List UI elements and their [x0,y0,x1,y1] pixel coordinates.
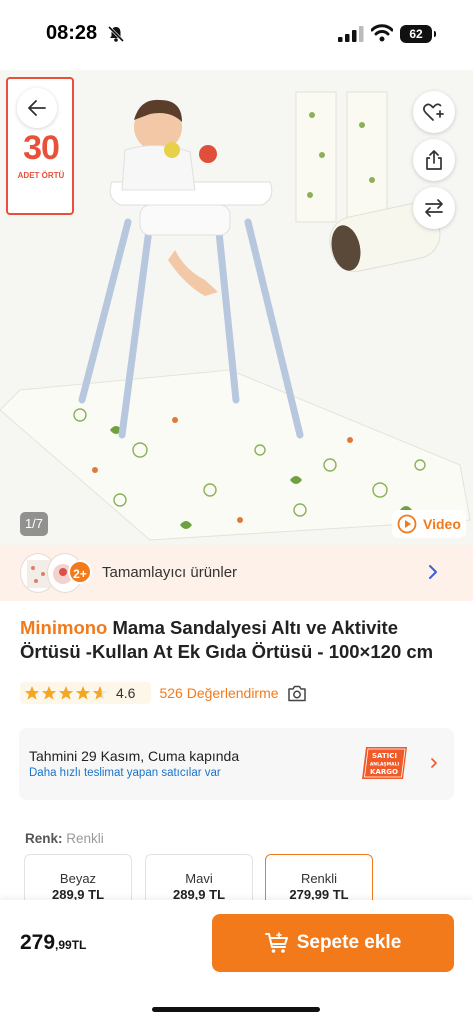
product-title: Minimono Mama Sandalyesi Altı ve Aktivit… [20,616,460,664]
promo-number: 30 [23,129,60,167]
rating-score: 4.6 [116,685,136,701]
review-count-link[interactable]: 526 Değerlendirme [159,685,278,701]
battery-indicator: 62 [400,25,436,43]
chevron-right-icon [431,758,437,768]
compare-button[interactable] [413,187,455,229]
star-half-icon [92,686,108,700]
wifi-icon [371,24,393,42]
star-icon [75,686,91,700]
faster-sellers-note: Daha hızlı teslimat yapan satıcılar var [29,767,221,779]
add-to-cart-label: Sepete ekle [296,932,402,953]
cellular-signal-icon [338,26,364,42]
swap-arrows-icon [425,199,443,217]
variant-option-mavi[interactable]: Mavi 289,9 TL [145,854,253,906]
promo-label: ADET ÖRTÜ [17,171,65,180]
variant-option-beyaz[interactable]: Beyaz 289,9 TL [24,854,132,906]
price-cents: ,99TL [55,938,87,952]
share-button[interactable] [413,139,455,181]
star-icon [41,686,57,700]
video-label: Video [423,516,461,532]
video-button[interactable]: Video [392,510,466,538]
price: 279,99TL [20,931,86,955]
status-time: 08:28 [46,22,98,44]
product-image-gallery[interactable]: 30 ADET ÖRTÜ 1/7 Video [0,70,473,545]
rating-row[interactable]: 4.6 526 Değerlendirme [20,680,307,706]
seller-shipping-badge: SATICI ANLAŞMALI KARGO [362,747,407,779]
image-counter: 1/7 [20,512,48,536]
seller-badge-line-1: SATICI [372,752,397,760]
cart-plus-icon [264,932,288,953]
complementary-label: Tamamlayıcı ürünler [102,564,238,581]
color-key: Renk: [25,831,63,846]
variant-option-renkli[interactable]: Renkli 279,99 TL [265,854,373,906]
delivery-estimate: Tahmini 29 Kasım, Cuma kapında [29,748,240,764]
star-rating: 4.6 [20,682,152,704]
variant-name: Beyaz [59,871,97,886]
variant-name: Renkli [300,871,338,886]
star-icon [58,686,74,700]
add-to-favorites-button[interactable] [413,91,455,133]
complementary-products-row[interactable]: 2+ Tamamlayıcı ürünler [0,545,473,601]
heart-plus-icon [423,103,444,121]
camera-icon[interactable] [287,685,307,702]
seller-badge-line-3: KARGO [370,768,398,776]
add-to-cart-button[interactable]: Sepete ekle [212,914,454,972]
arrow-left-icon [28,100,46,116]
chevron-right-icon [429,565,437,579]
back-button[interactable] [17,88,57,128]
bottom-purchase-bar: 279,99TL Sepete ekle [0,900,473,1024]
title-line-1: Mama Sandalyesi Altı ve Aktivite [107,617,398,638]
share-icon [426,150,442,170]
bell-muted-icon [107,25,125,43]
color-label: Renk: Renkli [25,831,104,846]
brand-link[interactable]: Minimono [20,617,107,638]
delivery-info-card[interactable]: Tahmini 29 Kasım, Cuma kapında Daha hızl… [19,728,454,800]
star-icon [24,686,40,700]
title-line-2: Örtüsü -Kullan At Ek Gıda Örtüsü - 100×1… [20,641,434,662]
play-circle-icon [397,514,417,534]
color-selected-value: Renkli [66,831,104,846]
variant-name: Mavi [185,871,213,886]
price-integer: 279 [20,931,56,954]
status-bar: 08:28 62 [0,0,473,70]
home-indicator [152,1007,320,1012]
seller-badge-line-2: ANLAŞMALI [370,762,400,768]
complementary-count-badge: 2+ [68,560,92,584]
